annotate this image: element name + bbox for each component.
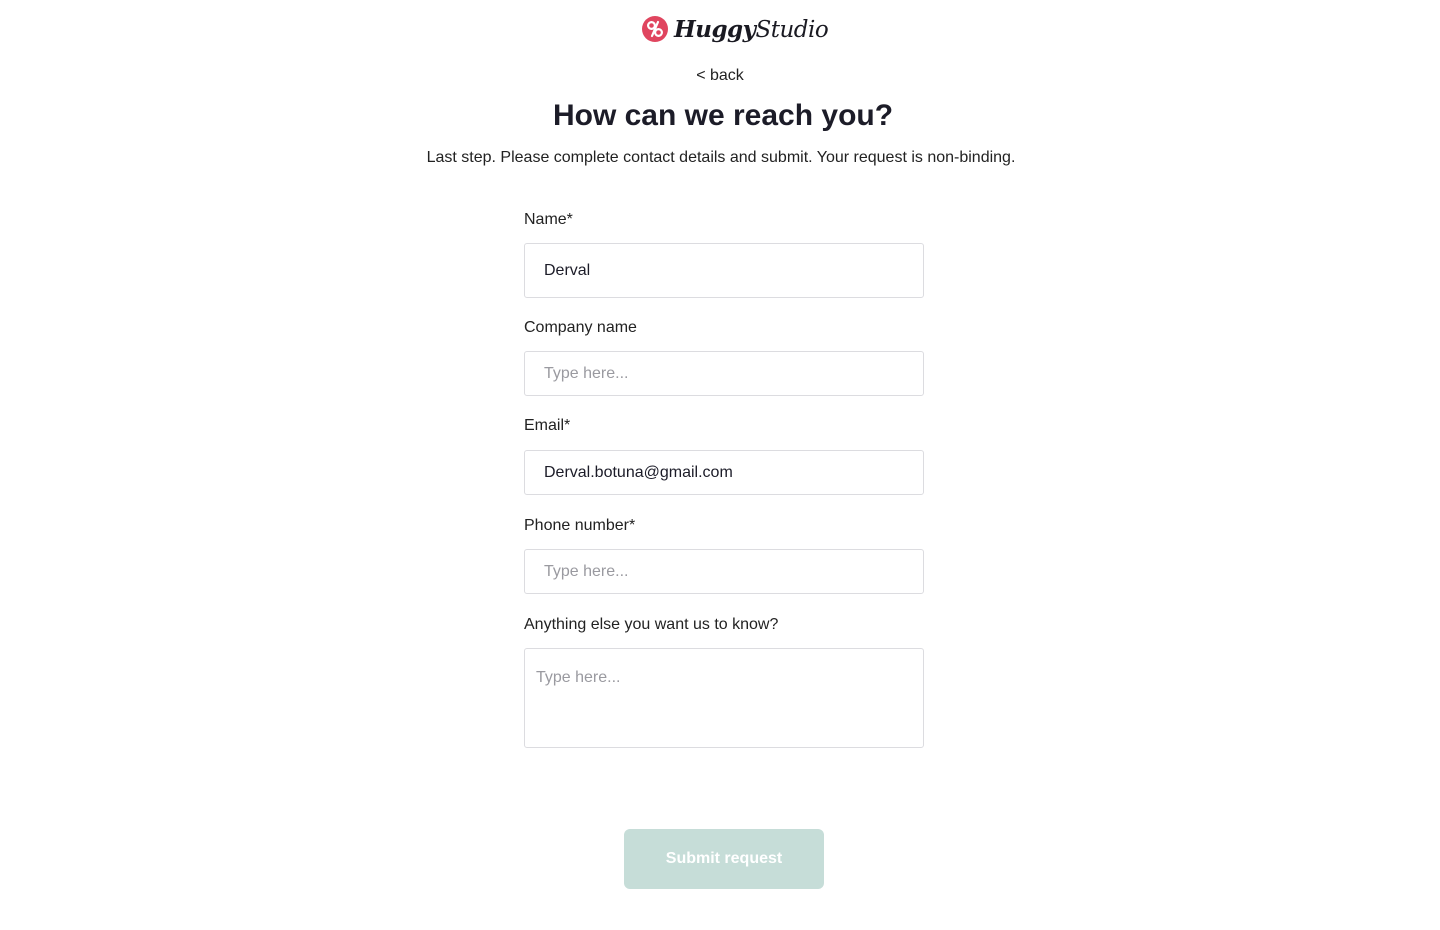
back-link-row: < back (0, 66, 1440, 86)
email-label: Email* (524, 417, 571, 434)
phone-label: Phone number* (524, 517, 636, 534)
name-label: Name* (524, 211, 573, 228)
company-input[interactable] (524, 351, 924, 396)
brand-name-regular: Studio (755, 16, 829, 43)
contact-page: HuggyStudio < back How can we reach you?… (0, 0, 1440, 930)
brand-logo[interactable]: HuggyStudio (641, 13, 829, 45)
notes-textarea[interactable] (524, 648, 924, 748)
company-label: Company name (524, 319, 637, 336)
email-input[interactable] (524, 450, 924, 495)
brand-name: HuggyStudio (674, 15, 829, 43)
huggy-logo-icon (642, 16, 668, 42)
contact-form: Name* Company name Email* Phone number* … (524, 210, 924, 748)
phone-input[interactable] (524, 549, 924, 594)
page-subtitle: Last step. Please complete contact detai… (426, 149, 1016, 166)
back-link[interactable]: < back (696, 67, 744, 84)
submit-request-button[interactable]: Submit request (624, 829, 824, 889)
brand-name-bold: Huggy (674, 15, 756, 43)
notes-label: Anything else you want us to know? (524, 616, 779, 633)
page-title: How can we reach you? (552, 99, 894, 132)
name-input[interactable] (524, 243, 924, 298)
